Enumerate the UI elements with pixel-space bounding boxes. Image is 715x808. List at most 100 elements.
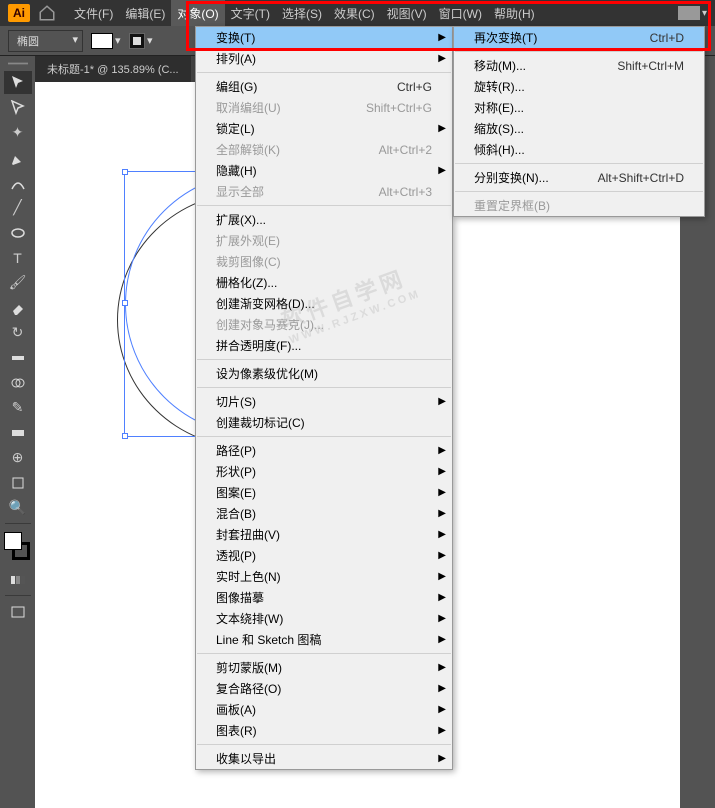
document-tab[interactable]: 未标题-1* @ 135.89% (C... [35, 56, 191, 82]
direct-selection-tool[interactable] [4, 96, 32, 119]
menu-separator [197, 72, 451, 73]
resize-handle[interactable] [122, 433, 128, 439]
menu-text[interactable]: 文字(T) [225, 0, 276, 26]
menu-separator [197, 653, 451, 654]
menu-item[interactable]: 扩展(X)... [196, 209, 452, 230]
menu-item[interactable]: 切片(S)▶ [196, 391, 452, 412]
menu-item[interactable]: 创建裁切标记(C) [196, 412, 452, 433]
menu-item-label: 倾斜(H)... [474, 141, 525, 158]
color-mode-icon[interactable] [4, 568, 32, 591]
menu-object[interactable]: 对象(O) [171, 0, 224, 26]
menu-item[interactable]: 拼合透明度(F)... [196, 335, 452, 356]
gradient-tool[interactable] [4, 421, 32, 444]
menu-item[interactable]: 透视(P)▶ [196, 545, 452, 566]
menu-item-label: 显示全部 [216, 183, 264, 200]
selection-tool[interactable] [4, 71, 32, 94]
resize-handle[interactable] [122, 300, 128, 306]
shape-builder-tool[interactable] [4, 371, 32, 394]
line-tool[interactable]: ╱ [4, 196, 32, 219]
stroke-swatch[interactable] [129, 33, 145, 49]
menu-item[interactable]: 路径(P)▶ [196, 440, 452, 461]
type-tool[interactable]: T [4, 246, 32, 269]
menu-item[interactable]: 缩放(S)... [454, 118, 704, 139]
menu-file[interactable]: 文件(F) [68, 0, 119, 26]
curvature-tool[interactable] [4, 171, 32, 194]
menu-help[interactable]: 帮助(H) [488, 0, 541, 26]
shape-select[interactable]: 椭圆 [8, 30, 83, 52]
menu-item[interactable]: 排列(A)▶ [196, 48, 452, 69]
menu-item-label: 排列(A) [216, 50, 256, 67]
menu-item[interactable]: 剪切蒙版(M)▶ [196, 657, 452, 678]
menu-item[interactable]: 变换(T)▶ [196, 27, 452, 48]
menu-item[interactable]: 编组(G)Ctrl+G [196, 76, 452, 97]
menu-item[interactable]: 图表(R)▶ [196, 720, 452, 741]
ellipse-tool[interactable] [4, 221, 32, 244]
resize-handle[interactable] [122, 169, 128, 175]
chevron-down-icon[interactable]: ▾ [147, 34, 157, 47]
fill-swatch[interactable] [91, 33, 113, 49]
menu-effect[interactable]: 效果(C) [328, 0, 381, 26]
chevron-down-icon[interactable]: ▾ [702, 8, 707, 19]
menu-item[interactable]: 隐藏(H)▶ [196, 160, 452, 181]
menu-item-label: 变换(T) [216, 29, 255, 46]
menu-item[interactable]: Line 和 Sketch 图稿▶ [196, 629, 452, 650]
menu-item[interactable]: 移动(M)... Shift+Ctrl+M [454, 55, 704, 76]
menu-item-label: 封套扭曲(V) [216, 526, 280, 543]
menu-item-label: 切片(S) [216, 393, 256, 410]
drag-handle-icon[interactable] [8, 62, 28, 65]
menu-item[interactable]: 封套扭曲(V)▶ [196, 524, 452, 545]
menu-item[interactable]: 混合(B)▶ [196, 503, 452, 524]
object-dropdown: 变换(T)▶排列(A)▶编组(G)Ctrl+G取消编组(U)Shift+Ctrl… [195, 26, 453, 770]
menu-item[interactable]: 图案(E)▶ [196, 482, 452, 503]
menu-item[interactable]: 形状(P)▶ [196, 461, 452, 482]
menu-item[interactable]: 图像描摹▶ [196, 587, 452, 608]
home-icon[interactable] [38, 4, 56, 22]
eyedropper-tool[interactable]: ✎ [4, 396, 32, 419]
workspace-switcher-icon[interactable] [678, 6, 700, 20]
submenu-arrow-icon: ▶ [438, 487, 446, 498]
menu-item-label: 拼合透明度(F)... [216, 337, 301, 354]
menu-item-label: 创建裁切标记(C) [216, 414, 305, 431]
menu-item[interactable]: 创建渐变网格(D)... [196, 293, 452, 314]
menu-item[interactable]: 画板(A)▶ [196, 699, 452, 720]
menu-item-label: Line 和 Sketch 图稿 [216, 631, 321, 648]
artboard-tool[interactable] [4, 471, 32, 494]
menu-item-label: 移动(M)... [474, 57, 526, 74]
menu-item[interactable]: 实时上色(N)▶ [196, 566, 452, 587]
menu-item[interactable]: 锁定(L)▶ [196, 118, 452, 139]
menu-item-label: 透视(P) [216, 547, 256, 564]
screen-mode-icon[interactable] [4, 600, 32, 623]
menu-item-label: 分别变换(N)... [474, 169, 549, 186]
pen-tool[interactable] [4, 146, 32, 169]
menu-item[interactable]: 设为像素级优化(M) [196, 363, 452, 384]
menu-item-label: 裁剪图像(C) [216, 253, 281, 270]
menu-item[interactable]: 栅格化(Z)... [196, 272, 452, 293]
menu-item[interactable]: 再次变换(T)Ctrl+D [454, 27, 704, 48]
menu-item[interactable]: 倾斜(H)... [454, 139, 704, 160]
menu-item-label: 剪切蒙版(M) [216, 659, 282, 676]
menu-item[interactable]: 文本绕排(W)▶ [196, 608, 452, 629]
menu-shortcut: Shift+Ctrl+M [617, 59, 684, 73]
fill-color-icon[interactable] [4, 532, 22, 550]
menu-item[interactable]: 收集以导出▶ [196, 748, 452, 769]
menu-item[interactable]: 对称(E)... [454, 97, 704, 118]
menu-window[interactable]: 窗口(W) [433, 0, 488, 26]
chevron-down-icon[interactable]: ▾ [115, 34, 125, 47]
rotate-tool[interactable]: ↻ [4, 321, 32, 344]
menu-item[interactable]: 分别变换(N)...Alt+Shift+Ctrl+D [454, 167, 704, 188]
magic-wand-tool[interactable]: ✦ [4, 121, 32, 144]
menu-item[interactable]: 复合路径(O)▶ [196, 678, 452, 699]
fill-stroke-proxy[interactable] [4, 532, 32, 560]
eraser-tool[interactable] [4, 296, 32, 319]
paintbrush-tool[interactable]: 🖌 [4, 271, 32, 294]
menu-item[interactable]: 旋转(R)... [454, 76, 704, 97]
symbol-sprayer-tool[interactable]: ⊕ [4, 446, 32, 469]
menu-separator [455, 51, 703, 52]
width-tool[interactable] [4, 346, 32, 369]
menu-item-label: 锁定(L) [216, 120, 255, 137]
menu-item-label: 扩展外观(E) [216, 232, 280, 249]
menu-edit[interactable]: 编辑(E) [119, 0, 171, 26]
menu-select[interactable]: 选择(S) [276, 0, 328, 26]
menu-view[interactable]: 视图(V) [381, 0, 433, 26]
zoom-tool[interactable]: 🔍 [4, 496, 32, 519]
